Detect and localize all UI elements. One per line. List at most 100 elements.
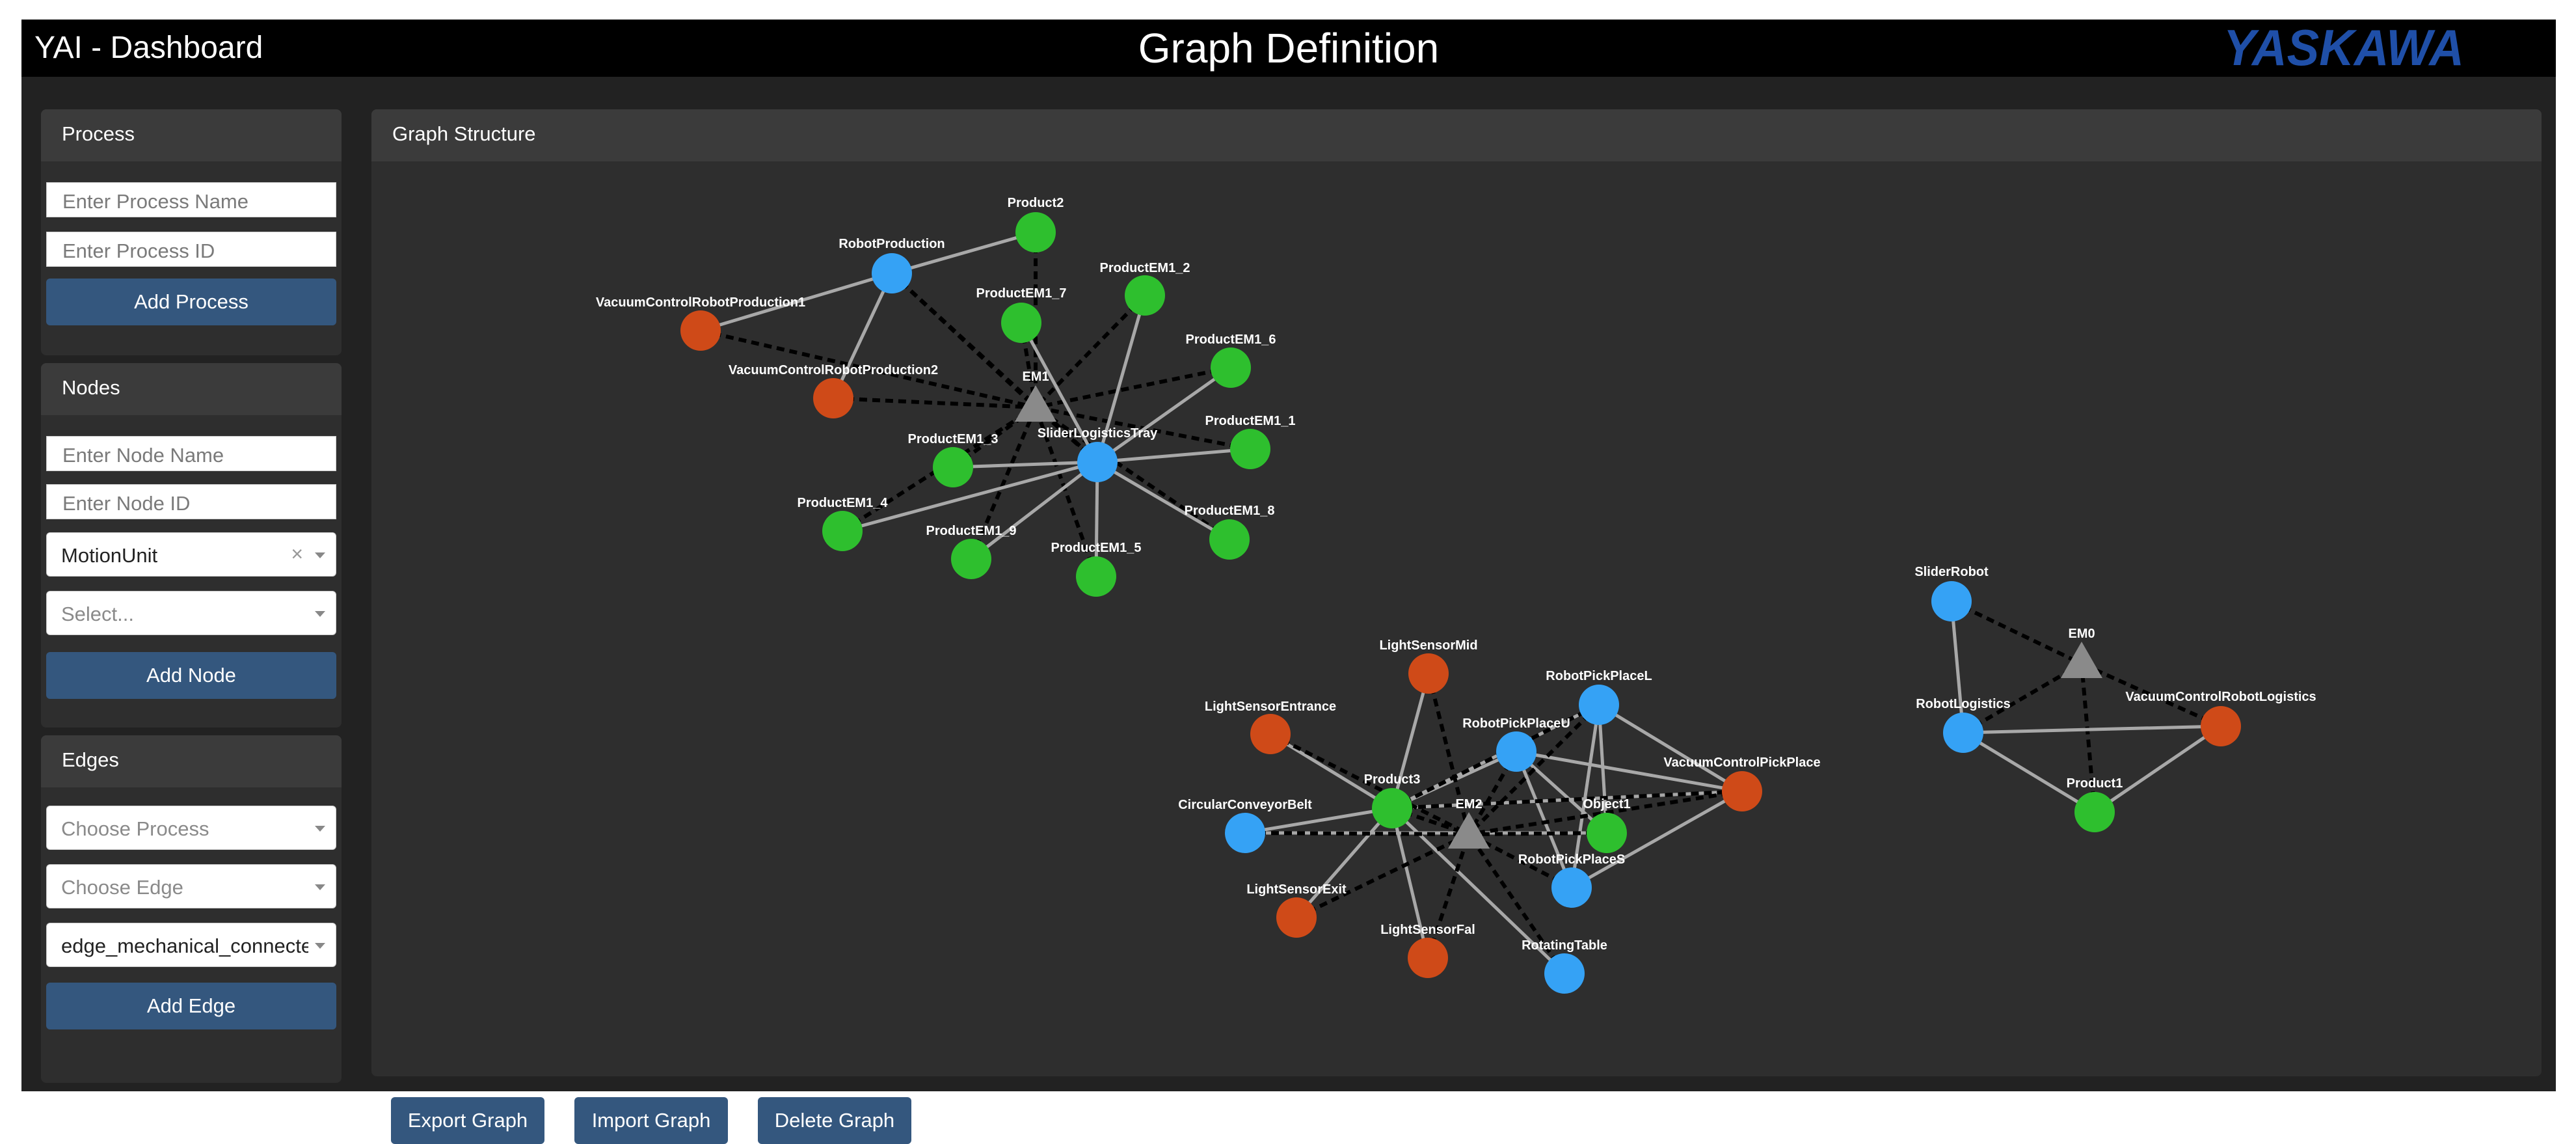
clear-selection-icon[interactable]: × xyxy=(291,542,303,566)
graph-edge-SliderRobot-EM0[interactable] xyxy=(1950,599,2083,666)
process-panel-header: Process xyxy=(41,109,342,161)
chevron-down-icon[interactable] xyxy=(315,552,325,558)
graph-node-CircularConveyorBelt[interactable] xyxy=(1225,813,1265,853)
nodes-panel-header: Nodes xyxy=(41,363,342,415)
graph-node-Product1[interactable] xyxy=(2074,792,2115,832)
top-header: YAI - Dashboard Graph Definition YASKAWA xyxy=(21,20,2556,77)
add-node-button[interactable]: Add Node xyxy=(46,652,336,699)
process-id-input[interactable]: Enter Process ID xyxy=(46,232,336,267)
graph-node-ProductEM1_8[interactable] xyxy=(1209,519,1250,560)
graph-node-SliderRobot[interactable] xyxy=(1931,581,1972,621)
process-id-placeholder: Enter Process ID xyxy=(62,239,215,262)
graph-node-RobotProduction[interactable] xyxy=(872,253,912,293)
graph-node-EM0[interactable] xyxy=(2061,642,2102,678)
graph-node-label-ProductEM1_8: ProductEM1_8 xyxy=(1185,504,1275,518)
nodes-panel-title: Nodes xyxy=(62,376,120,399)
node-type-select[interactable]: MotionUnit × xyxy=(46,532,336,577)
graph-edge-Product1-VacuumControlRobotLogistics[interactable] xyxy=(2093,724,2222,814)
graph-edge-RobotLogistics-Product1[interactable] xyxy=(1962,731,2096,814)
graph-node-ProductEM1_7[interactable] xyxy=(1001,303,1041,343)
graph-node-ProductEM1_1[interactable] xyxy=(1230,429,1270,469)
import-graph-button[interactable]: Import Graph xyxy=(574,1097,728,1144)
graph-node-label-RobotPickPlaceL: RobotPickPlaceL xyxy=(1546,669,1652,683)
graph-node-label-ProductEM1_5: ProductEM1_5 xyxy=(1051,541,1142,555)
export-graph-button[interactable]: Export Graph xyxy=(391,1097,544,1144)
graph-node-LightSensorFal[interactable] xyxy=(1408,938,1448,978)
chevron-down-icon[interactable] xyxy=(315,611,325,617)
process-panel: Process Enter Process Name Enter Process… xyxy=(41,109,342,355)
app-window: YAI - Dashboard Graph Definition YASKAWA… xyxy=(21,20,2556,1144)
graph-node-label-LightSensorExit: LightSensorExit xyxy=(1246,882,1347,897)
graph-node-label-EM0: EM0 xyxy=(2068,627,2095,641)
graph-edge-RobotProduction-VacuumControlRobotProduction2[interactable] xyxy=(831,272,894,400)
process-name-input[interactable]: Enter Process Name xyxy=(46,182,336,217)
graph-node-LightSensorEntrance[interactable] xyxy=(1250,714,1291,754)
delete-graph-button[interactable]: Delete Graph xyxy=(758,1097,911,1144)
graph-node-label-Product2: Product2 xyxy=(1008,196,1064,210)
graph-node-label-ProductEM1_9: ProductEM1_9 xyxy=(926,524,1017,538)
graph-canvas[interactable]: Product2 RobotProduction ProductEM1_7 Produ… xyxy=(371,161,2542,1072)
graph-node-Product3[interactable] xyxy=(1372,788,1412,828)
graph-node-ProductEM1_6[interactable] xyxy=(1211,347,1251,388)
add-edge-button[interactable]: Add Edge xyxy=(46,983,336,1029)
add-process-button[interactable]: Add Process xyxy=(46,279,336,325)
graph-node-label-RobotPickPlaceS: RobotPickPlaceS xyxy=(1518,852,1626,867)
graph-edge-LightSensorExit-Product3[interactable] xyxy=(1295,807,1393,919)
choose-edge-select[interactable]: Choose Edge xyxy=(46,864,336,908)
graph-edge-SliderLogisticsTray-ProductEM1_1[interactable] xyxy=(1097,447,1251,464)
graph-node-Product2[interactable] xyxy=(1015,212,1056,252)
graph-node-SliderLogisticsTray[interactable] xyxy=(1077,442,1118,482)
graph-node-label-EM1: EM1 xyxy=(1022,370,1049,384)
node-name-input[interactable]: Enter Node Name xyxy=(46,436,336,471)
graph-node-ProductEM1_5[interactable] xyxy=(1076,556,1116,597)
graph-node-VacuumControlRobotProduction2[interactable] xyxy=(813,378,853,418)
graph-nodes xyxy=(680,212,2241,994)
graph-node-RotatingTable[interactable] xyxy=(1544,953,1585,994)
graph-edge-RobotLogistics-VacuumControlRobotLogistics[interactable] xyxy=(1963,724,2221,735)
graph-edge-RobotPickPlaceU-RobotPickPlaceS[interactable] xyxy=(1514,751,1574,888)
graph-node-RobotPickPlaceU[interactable] xyxy=(1496,731,1536,772)
graph-node-RobotPickPlaceS[interactable] xyxy=(1551,867,1592,908)
graph-node-RobotPickPlaceL[interactable] xyxy=(1579,685,1619,725)
graph-node-LightSensorExit[interactable] xyxy=(1276,897,1317,938)
graph-node-label-VacuumControlPickPlace: VacuumControlPickPlace xyxy=(1663,756,1820,770)
graph-node-ProductEM1_9[interactable] xyxy=(951,539,991,579)
graph-node-label-ProductEM1_4: ProductEM1_4 xyxy=(798,496,889,510)
node-subtype-select[interactable]: Select... xyxy=(46,591,336,635)
graph-node-LightSensorMid[interactable] xyxy=(1408,653,1449,694)
graph-node-ProductEM1_2[interactable] xyxy=(1125,275,1165,316)
node-id-input[interactable]: Enter Node ID xyxy=(46,484,336,519)
chevron-down-icon[interactable] xyxy=(315,884,325,890)
graph-edges xyxy=(700,230,2222,975)
graph-node-RobotLogistics[interactable] xyxy=(1943,713,1983,753)
choose-edge-placeholder: Choose Edge xyxy=(61,876,183,899)
choose-process-select[interactable]: Choose Process xyxy=(46,806,336,850)
edges-panel: Edges Choose Process Choose Edge edge_me… xyxy=(41,735,342,1083)
graph-node-VacuumControlPickPlace[interactable] xyxy=(1722,771,1762,811)
graph-edge-LightSensorEntrance-Product3[interactable] xyxy=(1269,732,1393,810)
graph-node-label-VacuumControlRobotProduction2: VacuumControlRobotProduction2 xyxy=(729,363,938,377)
chevron-down-icon[interactable] xyxy=(315,943,325,949)
graph-edge-LightSensorMid-Product3[interactable] xyxy=(1390,673,1430,809)
graph-node-ProductEM1_3[interactable] xyxy=(933,447,973,487)
process-name-placeholder: Enter Process Name xyxy=(62,190,248,213)
node-id-placeholder: Enter Node ID xyxy=(62,492,191,515)
process-panel-title: Process xyxy=(62,122,135,145)
graph-node-label-LightSensorEntrance: LightSensorEntrance xyxy=(1205,700,1336,714)
graph-node-ProductEM1_4[interactable] xyxy=(822,511,863,551)
chevron-down-icon[interactable] xyxy=(315,826,325,832)
graph-node-label-ProductEM1_7: ProductEM1_7 xyxy=(976,286,1067,301)
graph-structure-title: Graph Structure xyxy=(392,122,536,145)
graph-edge-LightSensorExit-EM2[interactable] xyxy=(1295,832,1470,919)
graph-node-VacuumControlRobotLogistics[interactable] xyxy=(2201,706,2241,746)
graph-node-VacuumControlRobotProduction1[interactable] xyxy=(680,310,721,351)
edge-type-select[interactable]: edge_mechanical_connected xyxy=(46,923,336,967)
graph-structure-panel: Graph Structure Product2 RobotProduction P… xyxy=(371,109,2542,1144)
graph-edge-SliderLogisticsTray-ProductEM1_8[interactable] xyxy=(1096,460,1231,541)
graph-node-label-SliderRobot: SliderRobot xyxy=(1914,565,1989,579)
graph-node-label-ProductEM1_3: ProductEM1_3 xyxy=(908,432,999,446)
graph-node-label-RobotProduction: RobotProduction xyxy=(839,237,945,251)
graph-node-Object1[interactable] xyxy=(1587,813,1627,853)
graph-edge-Object1-EM2[interactable] xyxy=(1468,831,1607,836)
graph-node-label-CircularConveyorBelt: CircularConveyorBelt xyxy=(1178,798,1312,812)
